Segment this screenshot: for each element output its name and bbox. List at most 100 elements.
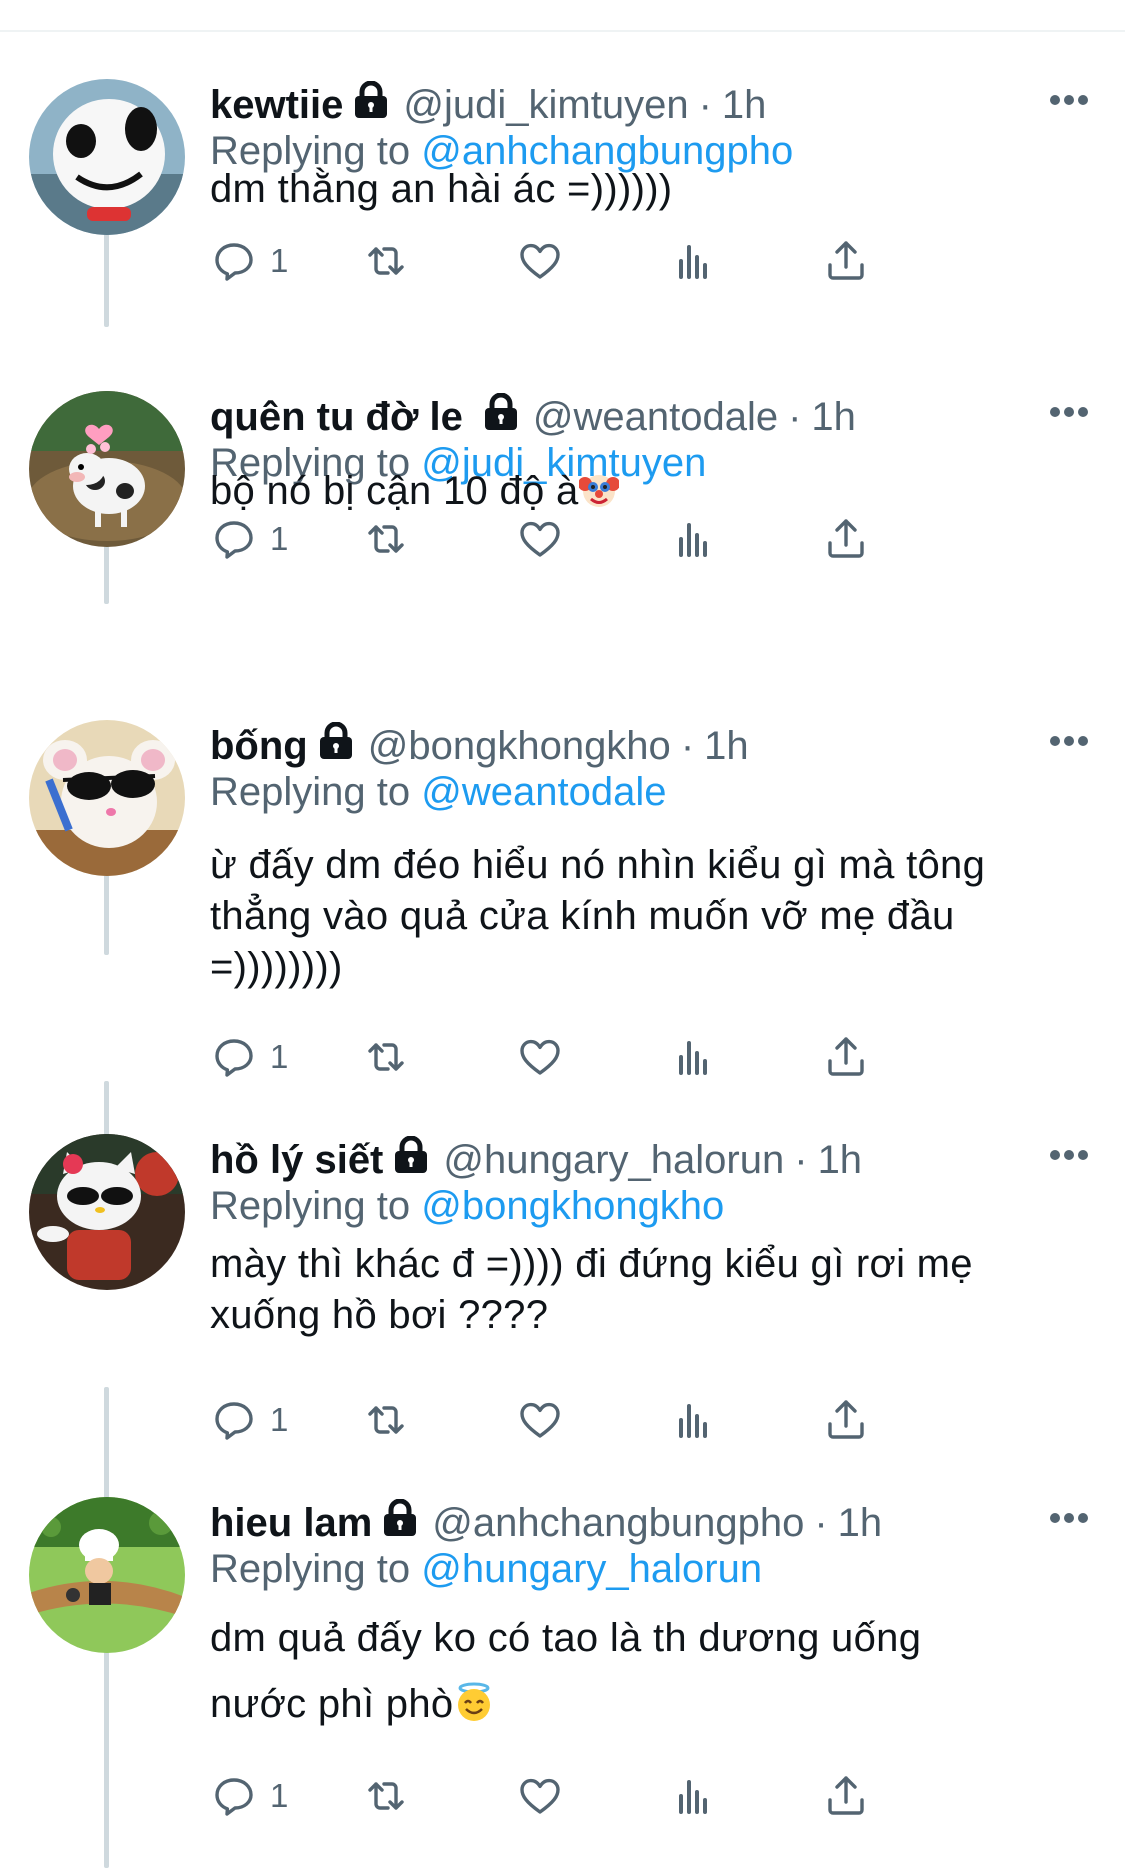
more-options-icon[interactable] — [1049, 93, 1089, 111]
separator-dot: · — [814, 1500, 828, 1545]
handle[interactable]: @anhchangbungpho — [432, 1501, 804, 1546]
reply-count: 1 — [270, 1038, 289, 1075]
like-button[interactable] — [516, 1033, 564, 1081]
retweet-button[interactable] — [362, 237, 410, 285]
views-button[interactable] — [669, 1033, 717, 1081]
reply-button[interactable]: 1 — [210, 515, 288, 563]
hamster-sunglasses-avatar — [29, 720, 185, 876]
views-icon — [679, 1041, 707, 1075]
retweet-button[interactable] — [362, 1396, 410, 1444]
retweet-button[interactable] — [362, 515, 410, 563]
tweet-text: dm quả đấy ko có tao là th dương uống nư… — [210, 1605, 1090, 1743]
reply-count: 1 — [270, 1401, 289, 1438]
more-options-icon[interactable] — [1049, 1511, 1089, 1529]
timestamp[interactable]: 1h — [722, 83, 767, 128]
reply-button[interactable]: 1 — [210, 1772, 288, 1820]
views-button[interactable] — [669, 237, 717, 285]
reply-button[interactable]: 1 — [210, 1396, 288, 1444]
separator-dot: · — [794, 1137, 808, 1182]
heart-icon — [520, 1039, 560, 1075]
tweet-text: bộ nó bị cận 10 độ à — [210, 439, 1090, 527]
timestamp[interactable]: 1h — [704, 724, 749, 769]
share-icon — [828, 1400, 864, 1439]
replying-to-label: Replying to — [210, 770, 422, 814]
timestamp[interactable]: 1h — [811, 395, 856, 440]
action-bar: 1 — [210, 1033, 1010, 1081]
avatar[interactable] — [29, 1134, 185, 1290]
lock-icon — [353, 80, 389, 129]
replying-to: Replying to @weantodale — [210, 770, 666, 815]
reply-icon — [215, 1039, 253, 1077]
display-name[interactable]: hồ lý siết — [210, 1138, 383, 1183]
tweet-text: ừ đấy dm đéo hiểu nó nhìn kiểu gì mà tôn… — [210, 840, 1090, 993]
like-button[interactable] — [516, 1772, 564, 1820]
tweet-text-line-2: nước phì phò — [210, 1671, 1090, 1743]
smiling-face-with-halo-emoji — [453, 1677, 495, 1743]
avatar[interactable] — [29, 79, 185, 235]
reply-button[interactable]: 1 — [210, 1033, 288, 1081]
reply-icon — [215, 1778, 253, 1816]
views-icon — [679, 1780, 707, 1814]
replying-to: Replying to @hungary_halorun — [210, 1547, 762, 1592]
views-button[interactable] — [669, 1772, 717, 1820]
more-options-icon[interactable] — [1049, 405, 1089, 423]
reply-icon — [215, 1402, 253, 1440]
retweet-icon — [368, 1043, 404, 1071]
avatar[interactable] — [29, 720, 185, 876]
handle[interactable]: @weantodale — [533, 395, 778, 440]
share-icon — [828, 241, 864, 280]
tweet-text: dm thằng an hài ác =)))))) — [210, 167, 673, 211]
share-button[interactable] — [822, 237, 870, 285]
reply-button[interactable]: 1 — [210, 237, 288, 285]
share-button[interactable] — [822, 1396, 870, 1444]
handle[interactable]: @hungary_halorun — [443, 1138, 784, 1183]
replying-to-label: Replying to — [210, 1184, 422, 1228]
timestamp[interactable]: 1h — [838, 1501, 883, 1546]
timestamp[interactable]: 1h — [818, 1138, 863, 1183]
like-button[interactable] — [516, 237, 564, 285]
display-name[interactable]: kewtiie — [210, 83, 343, 128]
chef-game-avatar — [29, 1497, 185, 1653]
retweet-icon — [368, 1782, 404, 1810]
share-icon — [828, 519, 864, 558]
views-button[interactable] — [669, 515, 717, 563]
tweet-text: mày thì khác đ =)))) đi đứng kiểu gì rơi… — [210, 1239, 1090, 1341]
views-icon — [679, 245, 707, 279]
handle[interactable]: @judi_kimtuyen — [403, 83, 688, 128]
lock-icon — [393, 1135, 429, 1184]
share-icon — [828, 1776, 864, 1815]
cartoon-cow-avatar — [29, 391, 185, 547]
display-name[interactable]: quên tu đờ le — [210, 395, 463, 440]
retweet-icon — [368, 525, 404, 553]
like-button[interactable] — [516, 1396, 564, 1444]
mention-link[interactable]: @bongkhongkho — [421, 1184, 724, 1228]
lock-icon — [382, 1498, 418, 1547]
more-options-icon[interactable] — [1049, 734, 1089, 752]
share-icon — [828, 1037, 864, 1076]
views-button[interactable] — [669, 1396, 717, 1444]
action-bar: 1 — [210, 515, 1010, 563]
tweet-text-line: nước phì phò — [210, 1682, 454, 1726]
reply-count: 1 — [270, 1777, 289, 1814]
tweet-text-content: bộ nó bị cận 10 độ à — [210, 469, 579, 513]
replying-to: Replying to @bongkhongkho — [210, 1184, 724, 1229]
like-button[interactable] — [516, 515, 564, 563]
reply-icon — [215, 243, 253, 281]
display-name[interactable]: bống — [210, 724, 308, 769]
avatar[interactable] — [29, 1497, 185, 1653]
action-bar: 1 — [210, 1396, 1010, 1444]
lock-icon — [318, 721, 354, 770]
mention-link[interactable]: @hungary_halorun — [421, 1547, 762, 1591]
more-options-icon[interactable] — [1049, 1148, 1089, 1166]
retweet-icon — [368, 247, 404, 275]
mention-link[interactable]: @weantodale — [421, 770, 666, 814]
avatar[interactable] — [29, 391, 185, 547]
retweet-button[interactable] — [362, 1772, 410, 1820]
share-button[interactable] — [822, 1033, 870, 1081]
action-bar: 1 — [210, 237, 1010, 285]
handle[interactable]: @bongkhongkho — [368, 724, 671, 769]
share-button[interactable] — [822, 515, 870, 563]
retweet-button[interactable] — [362, 1033, 410, 1081]
share-button[interactable] — [822, 1772, 870, 1820]
display-name[interactable]: hieu lam — [210, 1501, 372, 1546]
